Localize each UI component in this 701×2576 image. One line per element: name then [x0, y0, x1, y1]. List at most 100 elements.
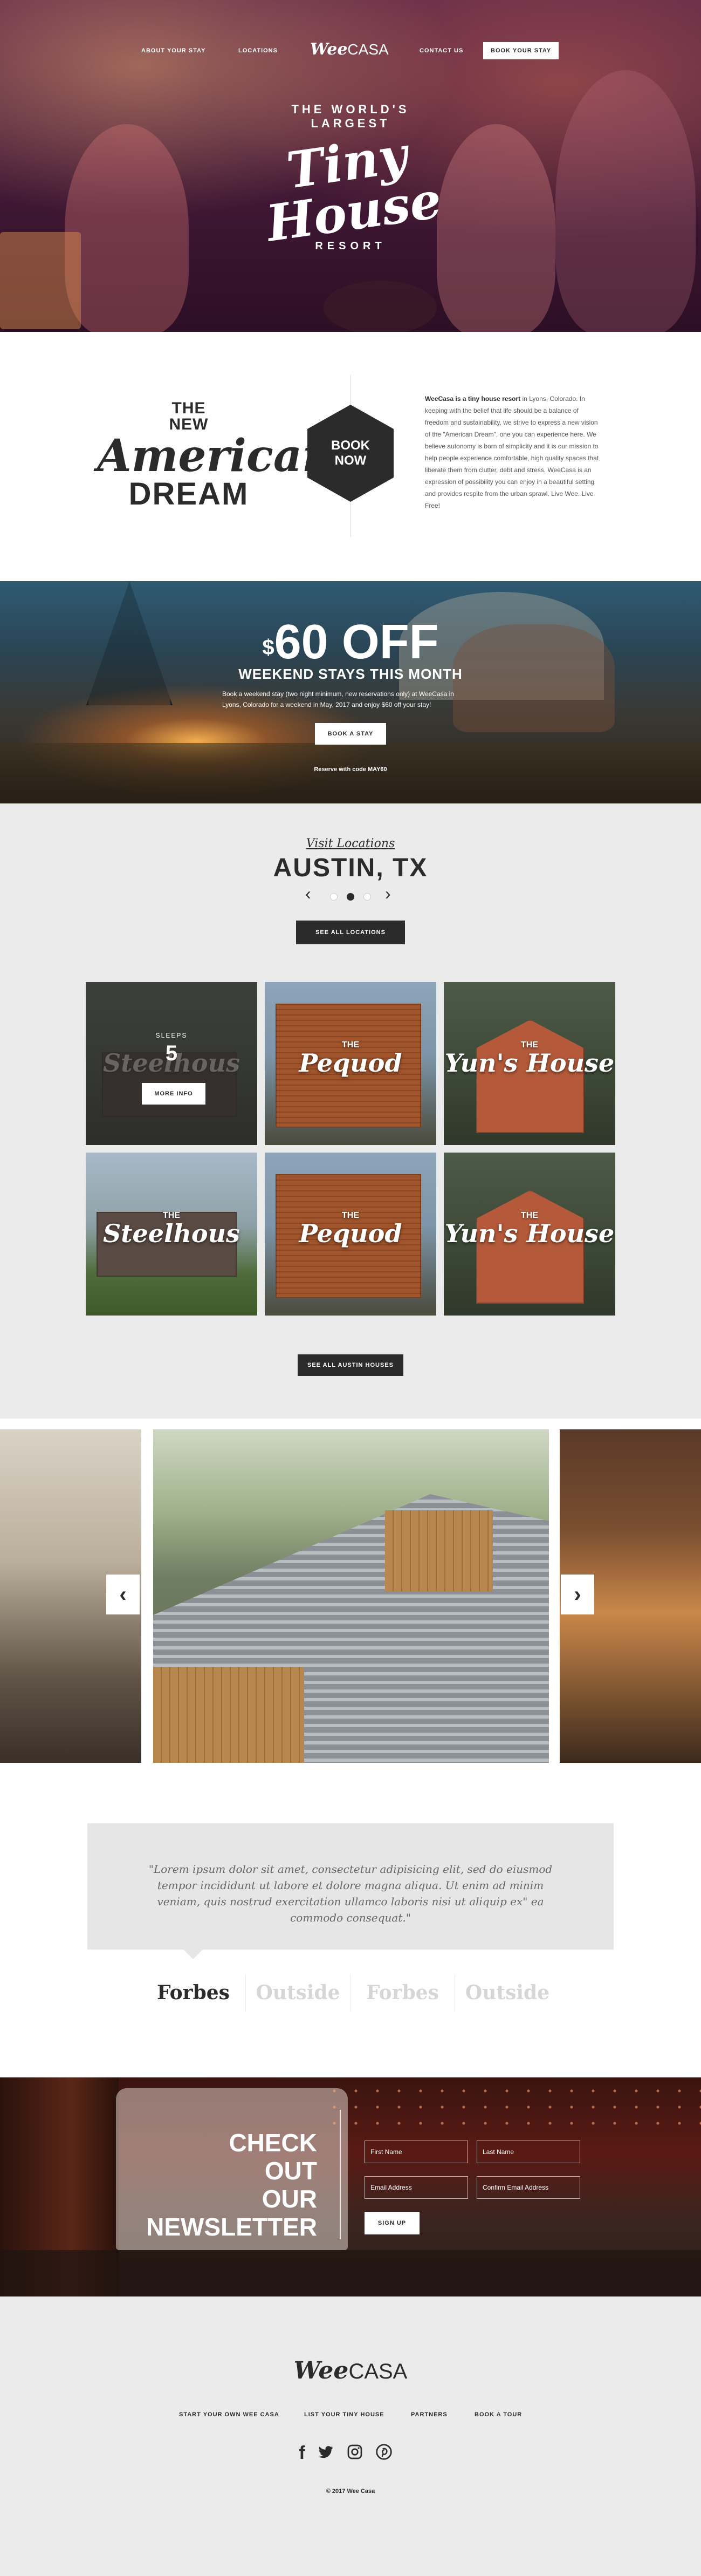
- house-sleeps-label: SLEEPS: [155, 1032, 188, 1039]
- visit-locations-label: Visit Locations: [306, 837, 395, 850]
- newsletter-heading-line3: OUR: [262, 2185, 317, 2213]
- newsletter-heading-line4: NEWSLETTER: [146, 2213, 317, 2241]
- house-card[interactable]: THE Pequod: [265, 982, 436, 1145]
- promo-code-text: Reserve with code MAY60: [314, 766, 387, 773]
- see-all-locations-button[interactable]: SEE ALL LOCATIONS: [296, 921, 405, 944]
- footer-link-list-your-house[interactable]: LIST YOUR TINY HOUSE: [304, 2411, 384, 2418]
- heading-dream: DREAM: [128, 476, 249, 512]
- promo-photo-ground: [0, 743, 701, 803]
- newsletter-heading: CHECK OUT OUR NEWSLETTER: [129, 2129, 317, 2241]
- promo-description: Book a weekend stay (two night minimum, …: [222, 690, 454, 708]
- book-now-line1: BOOK: [331, 438, 370, 453]
- sign-up-button[interactable]: SIGN UP: [365, 2212, 420, 2234]
- book-your-stay-button[interactable]: BOOK YOUR STAY: [483, 42, 559, 59]
- book-a-stay-button[interactable]: BOOK A STAY: [315, 723, 386, 745]
- house-sleeps-number: 5: [165, 1041, 178, 1065]
- house-name: Yun's House: [444, 1048, 615, 1078]
- first-name-field[interactable]: First Name: [365, 2141, 468, 2163]
- more-info-button[interactable]: MORE INFO: [142, 1083, 205, 1105]
- about-text: in Lyons, Colorado. In keeping with the …: [425, 395, 599, 509]
- footer-link-start-your-own[interactable]: START YOUR OWN WEE CASA: [179, 2411, 279, 2418]
- about-paragraph: WeeCasa is a tiny house resort in Lyons,…: [425, 393, 604, 512]
- house-card[interactable]: THE Yun's House: [444, 1153, 615, 1316]
- nav-logo[interactable]: WeeCASA: [310, 40, 389, 59]
- heading-american: American: [97, 430, 334, 482]
- instagram-icon[interactable]: [345, 2443, 365, 2464]
- newsletter-section: CHECK OUT OUR NEWSLETTER First Name Last…: [0, 2077, 701, 2296]
- house-card[interactable]: Steelhous SLEEPS 5 MORE INFO: [86, 982, 257, 1145]
- gallery-prev-icon[interactable]: ‹: [106, 1575, 140, 1614]
- newsletter-photo-ground: [0, 2250, 701, 2296]
- locations-section: Visit Locations AUSTIN, TX ‹ › SEE ALL L…: [0, 803, 701, 1419]
- promo-section: $60 OFF WEEKEND STAYS THIS MONTH Book a …: [0, 581, 701, 803]
- pinterest-icon[interactable]: [374, 2443, 394, 2464]
- tiny-house-resort-badge: THE WORLD'S LARGEST Tiny House RESORT: [253, 97, 448, 291]
- american-dream-section: THE NEW American DREAM BOOK NOW WeeCasa …: [0, 332, 701, 581]
- house-card[interactable]: THE Steelhous: [86, 1153, 257, 1316]
- footer-logo-wee: Wee: [293, 2357, 349, 2384]
- press-section: "Lorem ipsum dolor sit amet, consectetur…: [0, 1764, 701, 2077]
- badge-resort-text: RESORT: [315, 240, 386, 252]
- location-city: AUSTIN, TX: [273, 854, 428, 882]
- badge-arc-text: THE WORLD'S LARGEST: [291, 103, 410, 130]
- house-name: Pequod: [299, 1048, 402, 1078]
- book-now-line2: NOW: [334, 453, 367, 468]
- house-card[interactable]: THE Pequod: [265, 1153, 436, 1316]
- testimonial-notch: [183, 1950, 203, 1959]
- badge-tiny: Tiny House: [248, 125, 453, 253]
- newsletter-photo-lights: [324, 2083, 701, 2137]
- hero-photo-person-center: [437, 124, 555, 332]
- promo-amount: 60 OFF: [274, 615, 439, 669]
- footer-link-book-a-tour[interactable]: BOOK A TOUR: [475, 2411, 522, 2418]
- gallery-photo-door: [153, 1667, 304, 1763]
- press-logo-outside[interactable]: Outside: [455, 1974, 560, 2012]
- gallery-next-icon[interactable]: ›: [561, 1575, 594, 1614]
- hero-photo-chair: [0, 232, 81, 329]
- see-all-austin-houses-button[interactable]: SEE ALL AUSTIN HOUSES: [298, 1354, 403, 1376]
- newsletter-heading-line2: OUT: [264, 2157, 317, 2185]
- last-name-field[interactable]: Last Name: [477, 2141, 580, 2163]
- logo-casa: CASA: [347, 41, 389, 58]
- heading-the: THE: [171, 399, 206, 417]
- location-dot-1[interactable]: [330, 893, 338, 901]
- footer: WeeCASA START YOUR OWN WEE CASA LIST YOU…: [0, 2296, 701, 2576]
- newsletter-divider: [340, 2110, 341, 2239]
- twitter-icon[interactable]: [316, 2443, 335, 2464]
- hero-photo-person-right: [555, 70, 696, 332]
- book-now-hexagon-button[interactable]: BOOK NOW: [307, 405, 394, 502]
- nav-locations[interactable]: LOCATIONS: [238, 47, 278, 54]
- promo-subtitle: WEEKEND STAYS THIS MONTH: [238, 666, 463, 682]
- gallery-section: ‹ ›: [0, 1419, 701, 1764]
- hero-photo-person-left: [65, 124, 189, 332]
- footer-logo-casa: CASA: [348, 2360, 408, 2383]
- press-logo-forbes[interactable]: Forbes: [350, 1974, 455, 2012]
- hero-section: ABOUT YOUR STAY LOCATIONS WeeCASA CONTAC…: [0, 0, 701, 332]
- facebook-icon[interactable]: f: [292, 2443, 312, 2463]
- house-name: Pequod: [299, 1219, 402, 1248]
- press-logo-outside[interactable]: Outside: [246, 1974, 350, 2012]
- nav-about[interactable]: ABOUT YOUR STAY: [141, 47, 205, 54]
- promo-currency: $: [262, 636, 274, 659]
- email-field[interactable]: Email Address: [365, 2176, 468, 2199]
- top-nav: ABOUT YOUR STAY LOCATIONS WeeCASA CONTAC…: [0, 40, 701, 59]
- location-dot-3[interactable]: [363, 893, 371, 901]
- promo-price: $60 OFF: [0, 618, 701, 666]
- copyright-text: © 2017 Wee Casa: [326, 2488, 375, 2495]
- location-dot-2[interactable]: [347, 893, 354, 901]
- about-bold: WeeCasa is a tiny house resort: [425, 395, 521, 403]
- house-card[interactable]: THE Yun's House: [444, 982, 615, 1145]
- footer-link-partners[interactable]: PARTNERS: [411, 2411, 448, 2418]
- location-prev-icon[interactable]: ‹: [305, 885, 311, 902]
- testimonial-quote: "Lorem ipsum dolor sit amet, consectetur…: [148, 1863, 553, 1924]
- testimonial-box: "Lorem ipsum dolor sit amet, consectetur…: [87, 1823, 614, 1950]
- footer-logo[interactable]: WeeCASA: [0, 2357, 701, 2384]
- nav-contact[interactable]: CONTACT US: [420, 47, 463, 54]
- press-logo-forbes[interactable]: Forbes: [141, 1974, 246, 2012]
- logo-wee: Wee: [310, 40, 348, 59]
- american-dream-heading: THE NEW American DREAM: [97, 399, 334, 512]
- confirm-email-field[interactable]: Confirm Email Address: [477, 2176, 580, 2199]
- newsletter-heading-line1: CHECK: [229, 2129, 317, 2157]
- location-next-icon[interactable]: ›: [385, 885, 391, 902]
- press-logos: Forbes Outside Forbes Outside: [141, 1974, 560, 2012]
- gallery-photo-wood-panel: [385, 1510, 493, 1591]
